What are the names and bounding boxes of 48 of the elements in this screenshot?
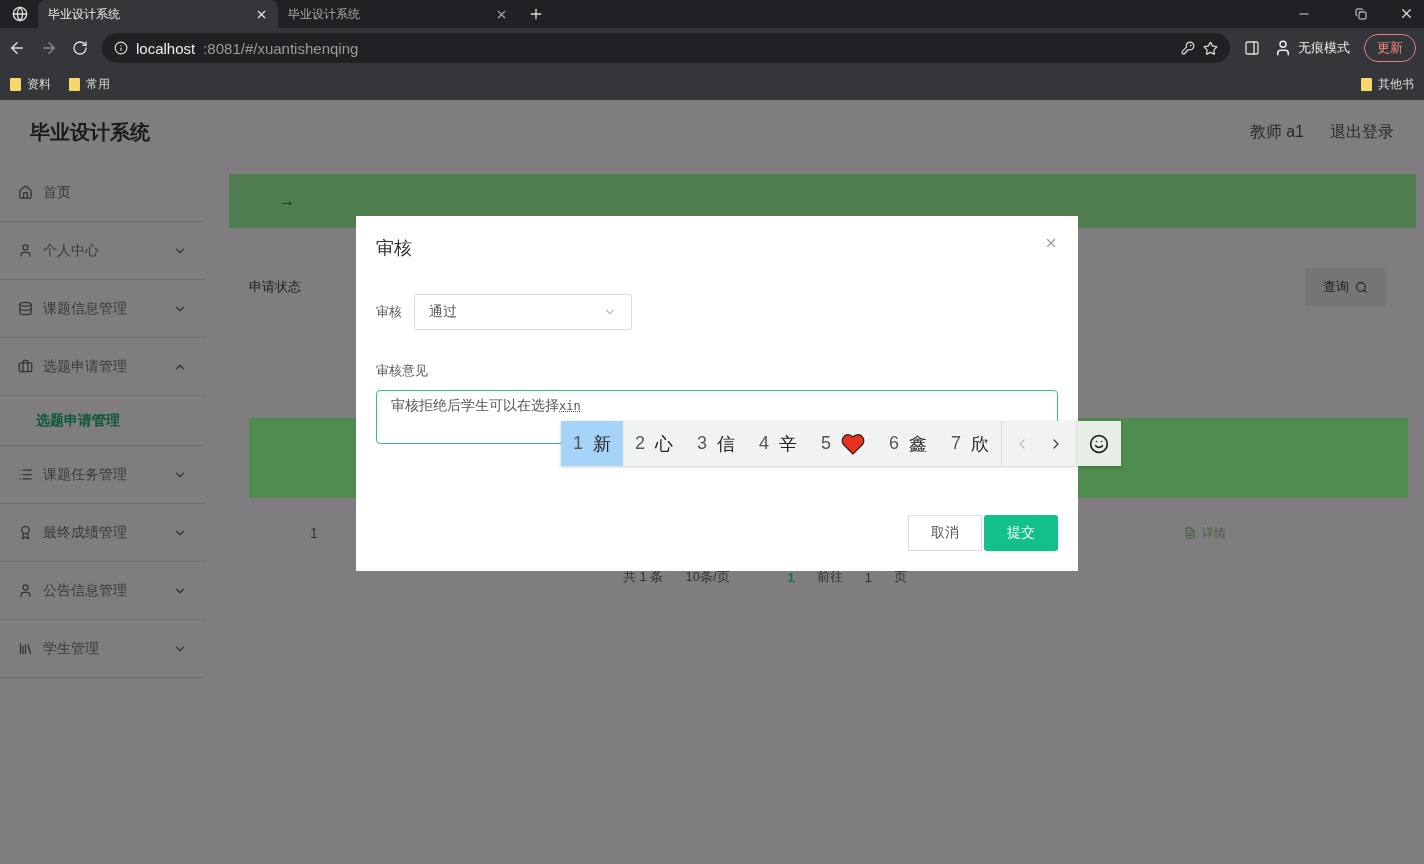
page-unit: 页 bbox=[893, 568, 907, 586]
database-icon bbox=[18, 301, 33, 316]
reload-icon[interactable] bbox=[72, 40, 88, 56]
dialog-title: 审核 bbox=[376, 237, 412, 260]
table-cell-text: 1 bbox=[309, 525, 319, 541]
logout-link[interactable]: 退出登录 bbox=[1330, 121, 1394, 143]
user-icon bbox=[18, 243, 33, 258]
user-icon bbox=[18, 583, 33, 598]
heart-icon bbox=[841, 432, 866, 455]
browser-tab[interactable]: 毕业设计系统 bbox=[278, 0, 518, 28]
incognito-icon bbox=[1274, 39, 1292, 57]
ime-candidate[interactable]: 1 新 bbox=[561, 421, 623, 466]
close-icon bbox=[1044, 236, 1058, 250]
app-title: 毕业设计系统 bbox=[30, 119, 151, 145]
close-button[interactable] bbox=[1044, 236, 1058, 250]
side-panel-icon[interactable] bbox=[1244, 40, 1260, 56]
info-icon[interactable] bbox=[114, 41, 128, 55]
query-button[interactable]: 查询 bbox=[1305, 268, 1386, 306]
home-icon bbox=[18, 185, 33, 200]
address-bar[interactable]: localhost :8081/#/xuantishenqing bbox=[102, 33, 1230, 63]
goto-label: 前往 bbox=[816, 568, 843, 586]
bookmark[interactable]: 常用 bbox=[69, 75, 110, 93]
field-label: 审核意见 bbox=[376, 362, 429, 380]
restore-icon[interactable] bbox=[1355, 8, 1367, 20]
close-icon[interactable] bbox=[1399, 6, 1414, 21]
browser-tab[interactable]: 毕业设计系统 bbox=[38, 0, 278, 28]
emoji-icon[interactable] bbox=[1089, 433, 1110, 454]
bookmark[interactable]: 资料 bbox=[10, 75, 51, 93]
globe-icon[interactable] bbox=[12, 6, 28, 22]
forward-icon[interactable] bbox=[40, 39, 58, 57]
breadcrumb-arrow: → bbox=[279, 192, 295, 210]
other-bookmarks[interactable]: 其他书 bbox=[1361, 75, 1414, 93]
briefcase-icon bbox=[18, 359, 33, 374]
cancel-button[interactable]: 取消 bbox=[908, 515, 982, 551]
field-label: 审核 bbox=[376, 303, 402, 321]
search-icon bbox=[1355, 280, 1368, 294]
user-name: 教师 a1 bbox=[1249, 121, 1304, 142]
document-icon bbox=[1184, 527, 1196, 539]
star-icon[interactable] bbox=[1203, 40, 1218, 56]
review-select[interactable]: 通过 bbox=[414, 294, 632, 330]
award-icon bbox=[18, 525, 33, 540]
filter-label: 申请状态 bbox=[249, 278, 302, 296]
key-icon[interactable] bbox=[1181, 41, 1195, 55]
new-tab-icon[interactable] bbox=[528, 6, 544, 22]
books-icon bbox=[18, 641, 33, 656]
incognito-badge[interactable]: 无痕模式 bbox=[1274, 39, 1350, 57]
back-icon[interactable] bbox=[8, 39, 26, 57]
list-icon bbox=[18, 467, 33, 482]
